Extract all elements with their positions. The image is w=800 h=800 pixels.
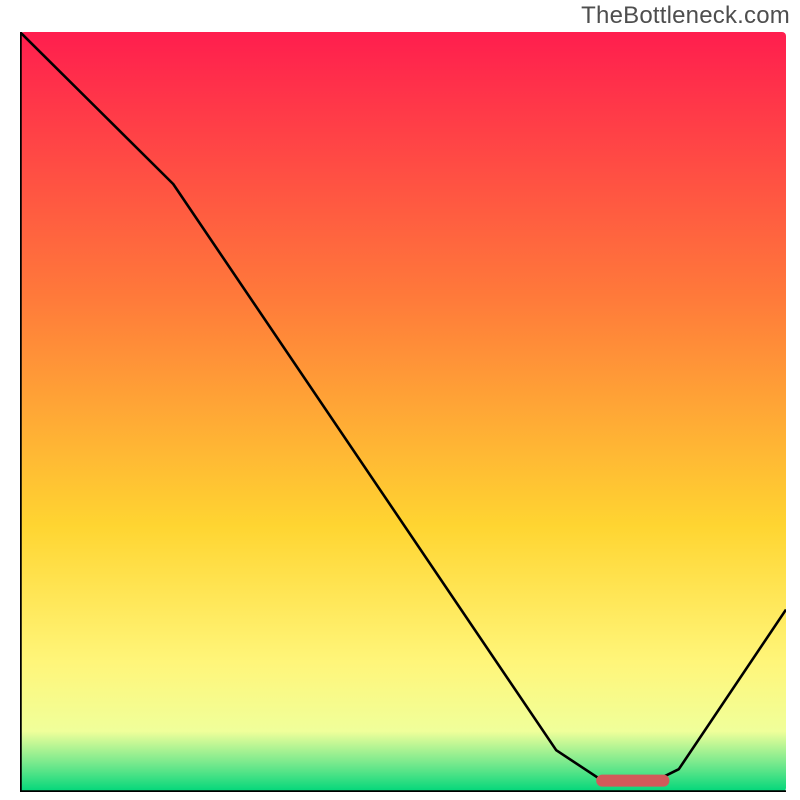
watermark-text: TheBottleneck.com (581, 2, 790, 30)
plot-svg (20, 32, 786, 792)
chart-figure: TheBottleneck.com (0, 0, 800, 800)
plot-area (20, 32, 786, 792)
